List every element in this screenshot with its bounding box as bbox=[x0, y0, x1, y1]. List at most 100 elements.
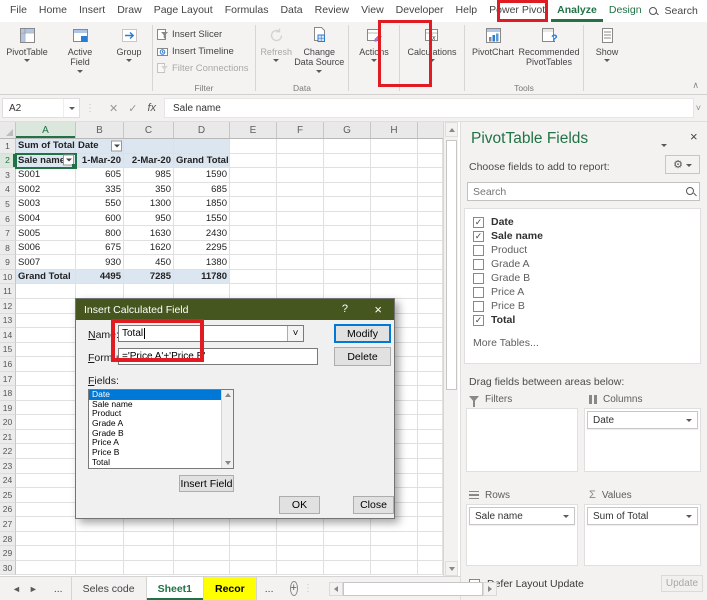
row-header-4[interactable]: 4 bbox=[0, 182, 16, 198]
cell-C4[interactable]: 350 bbox=[124, 182, 174, 198]
filter-connections-button[interactable]: Filter Connections bbox=[156, 61, 249, 76]
row-header-14[interactable]: 14 bbox=[0, 328, 16, 343]
cell-B1[interactable]: Date bbox=[76, 139, 124, 154]
cell-G27[interactable] bbox=[324, 517, 371, 532]
pane-field-product[interactable]: Product bbox=[465, 243, 700, 257]
cell-F9[interactable] bbox=[277, 255, 324, 270]
row-header-26[interactable]: 26 bbox=[0, 502, 16, 518]
formula-input[interactable]: Sale name bbox=[164, 98, 694, 118]
cell-E28[interactable] bbox=[230, 531, 277, 547]
cell-H5[interactable] bbox=[371, 197, 418, 212]
menu-tab-analyze[interactable]: Analyze bbox=[551, 0, 603, 22]
cell-D4[interactable]: 685 bbox=[174, 182, 230, 198]
cell-B30[interactable] bbox=[76, 560, 124, 576]
cell-C2[interactable]: 2-Mar-20 bbox=[124, 153, 174, 169]
cell-E2[interactable] bbox=[230, 153, 277, 169]
menu-tab-review[interactable]: Review bbox=[309, 0, 355, 22]
cell-F30[interactable] bbox=[277, 560, 324, 576]
select-all-corner[interactable] bbox=[0, 122, 16, 138]
cell-A17[interactable] bbox=[16, 371, 76, 387]
cell-E29[interactable] bbox=[230, 546, 277, 561]
cell-F2[interactable] bbox=[277, 153, 324, 169]
row-header-30[interactable]: 30 bbox=[0, 560, 16, 576]
cell-D3[interactable]: 1590 bbox=[174, 168, 230, 183]
row-header-21[interactable]: 21 bbox=[0, 429, 16, 445]
new-sheet-icon[interactable]: + bbox=[289, 581, 298, 596]
cell-D2[interactable]: Grand Total bbox=[174, 153, 230, 169]
vertical-scrollbar-thumb[interactable] bbox=[446, 140, 457, 390]
row-header-11[interactable]: 11 bbox=[0, 284, 16, 300]
chip-dropdown-icon[interactable] bbox=[686, 515, 692, 518]
cell-C29[interactable] bbox=[124, 546, 174, 561]
cell-H2[interactable] bbox=[371, 153, 418, 169]
cell-F28[interactable] bbox=[277, 531, 324, 547]
cell-A23[interactable] bbox=[16, 459, 76, 474]
sheet-tab-sheet1[interactable]: Sheet1 bbox=[146, 577, 204, 600]
cell-A14[interactable] bbox=[16, 328, 76, 343]
active-field-button[interactable]: Active Field bbox=[57, 24, 103, 73]
dialog-field-option-price-b[interactable]: Price B bbox=[89, 447, 233, 458]
column-header-E[interactable]: E bbox=[230, 122, 277, 138]
cell-H8[interactable] bbox=[371, 240, 418, 256]
checkbox-grade-b[interactable] bbox=[473, 272, 484, 284]
cell-F10[interactable] bbox=[277, 269, 324, 285]
cell-D7[interactable]: 2430 bbox=[174, 226, 230, 241]
name-box[interactable]: A2 bbox=[2, 98, 80, 118]
cell-E30[interactable] bbox=[230, 560, 277, 576]
actions-button[interactable]: Actions bbox=[352, 24, 396, 63]
cell-G7[interactable] bbox=[324, 226, 371, 241]
cell-F3[interactable] bbox=[277, 168, 324, 183]
menu-tab-power-pivot[interactable]: Power Pivot bbox=[483, 0, 551, 22]
cancel-icon[interactable]: ✕ bbox=[109, 102, 118, 115]
change-data-source-button[interactable]: Change Data Source bbox=[293, 24, 345, 73]
cell-C5[interactable]: 1300 bbox=[124, 197, 174, 212]
more-tables-link[interactable]: More Tables... bbox=[473, 337, 539, 349]
pivottable-button[interactable]: PivotTable bbox=[3, 24, 51, 63]
pane-field-price-b[interactable]: Price B bbox=[465, 299, 700, 313]
show-button[interactable]: Show bbox=[587, 24, 627, 63]
search-button[interactable]: Search bbox=[648, 5, 698, 17]
row-header-19[interactable]: 19 bbox=[0, 400, 16, 416]
column-header-D[interactable]: D bbox=[174, 122, 230, 138]
row-header-25[interactable]: 25 bbox=[0, 488, 16, 503]
update-button[interactable]: Update bbox=[661, 575, 703, 592]
cell-F1[interactable] bbox=[277, 139, 324, 154]
refresh-button[interactable]: Refresh bbox=[259, 24, 293, 63]
cell-E4[interactable] bbox=[230, 182, 277, 198]
chip-dropdown-icon[interactable] bbox=[563, 515, 569, 518]
delete-button[interactable]: Delete bbox=[334, 347, 391, 366]
row-header-5[interactable]: 5 bbox=[0, 197, 16, 212]
cell-A9[interactable]: S007 bbox=[16, 255, 76, 270]
row-header-13[interactable]: 13 bbox=[0, 313, 16, 329]
cell-A11[interactable] bbox=[16, 284, 76, 300]
cell-F7[interactable] bbox=[277, 226, 324, 241]
cell-H28[interactable] bbox=[371, 531, 418, 547]
column-header-H[interactable]: H bbox=[371, 122, 418, 138]
row-header-24[interactable]: 24 bbox=[0, 473, 16, 489]
sheet-overflow-left[interactable]: ... bbox=[46, 577, 72, 600]
dialog-field-option-total[interactable]: Total bbox=[89, 457, 233, 468]
values-area[interactable]: Sum of Total bbox=[584, 504, 701, 566]
calculations-button[interactable]: fx Calculations bbox=[403, 24, 461, 63]
menu-tab-home[interactable]: Home bbox=[33, 0, 73, 22]
row-header-3[interactable]: 3 bbox=[0, 168, 16, 183]
cell-H11[interactable] bbox=[371, 284, 418, 300]
menu-tab-formulas[interactable]: Formulas bbox=[219, 0, 275, 22]
menu-tab-page-layout[interactable]: Page Layout bbox=[148, 0, 219, 22]
cell-A2[interactable]: Sale name bbox=[15, 152, 77, 170]
cell-C10[interactable]: 7285 bbox=[124, 269, 174, 285]
menu-tab-developer[interactable]: Developer bbox=[390, 0, 450, 22]
column-header-G[interactable]: G bbox=[324, 122, 371, 138]
cell-A3[interactable]: S001 bbox=[16, 168, 76, 183]
sheet-overflow-right[interactable]: ... bbox=[257, 577, 282, 600]
insert-field-button[interactable]: Insert Field bbox=[179, 475, 234, 492]
cell-C3[interactable]: 985 bbox=[124, 168, 174, 183]
close-button[interactable]: Close bbox=[353, 496, 394, 514]
filter-dropdown-icon[interactable] bbox=[63, 154, 74, 166]
cell-C1[interactable] bbox=[124, 139, 174, 154]
cell-G28[interactable] bbox=[324, 531, 371, 547]
cell-C11[interactable] bbox=[124, 284, 174, 300]
column-header-B[interactable]: B bbox=[76, 122, 124, 138]
pane-field-total[interactable]: ✓ Total bbox=[465, 313, 700, 327]
collapse-ribbon-icon[interactable]: ∧ bbox=[692, 80, 699, 91]
